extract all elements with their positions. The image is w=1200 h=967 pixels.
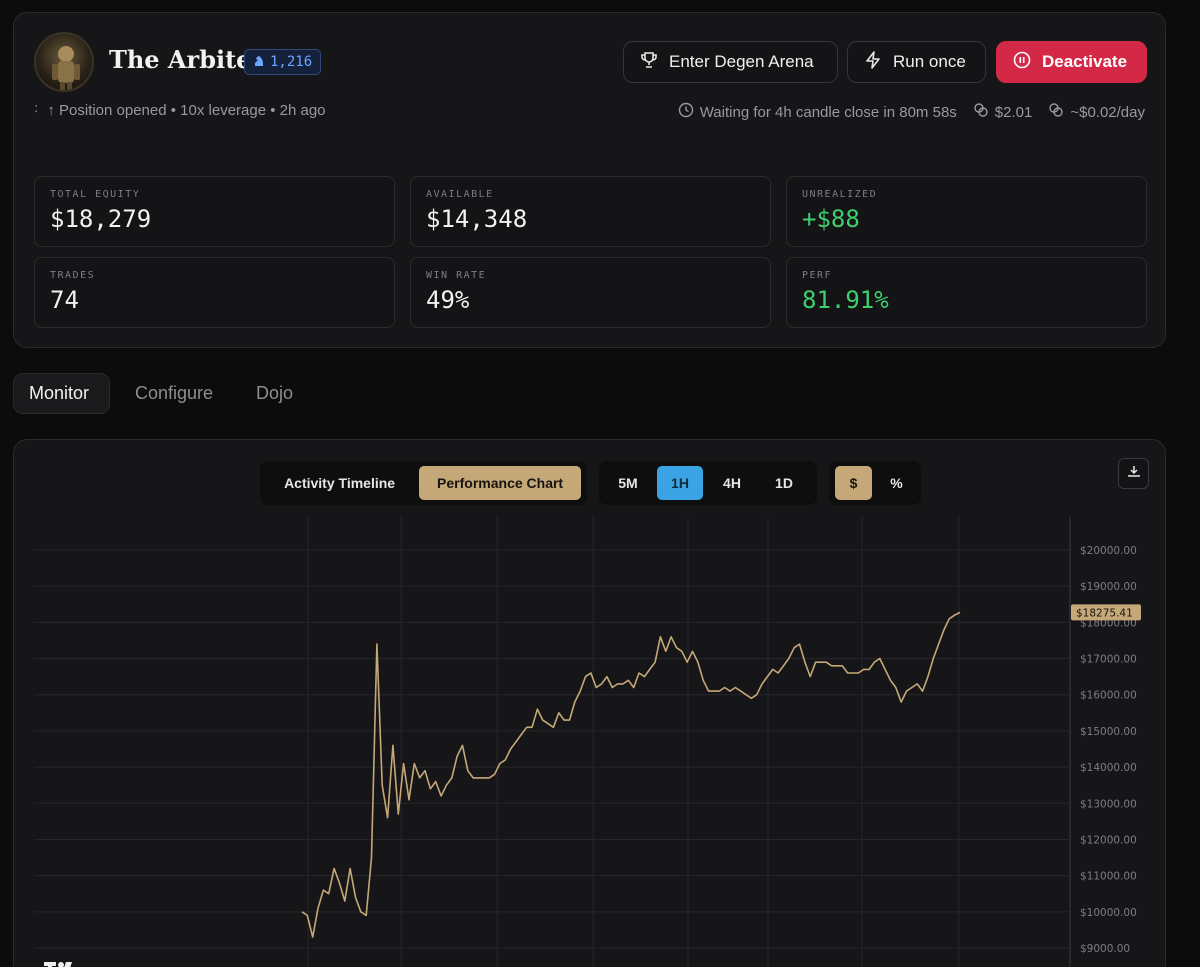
candle-wait-text: Waiting for 4h candle close in 80m 58s [699, 103, 957, 121]
follower-badge[interactable]: 1,216 [244, 49, 322, 75]
coins-icon [973, 102, 989, 122]
coins-icon [1048, 102, 1064, 122]
stat-value: 49% [426, 286, 470, 314]
stat-trades: TRADES 74 [34, 257, 395, 328]
pause-circle-icon [1012, 50, 1032, 75]
lightning-icon [863, 50, 883, 75]
deactivate-button[interactable]: Deactivate [996, 41, 1147, 83]
cost-total-text: $2.01 [994, 103, 1033, 121]
cost-daily: ~$0.02/day [1048, 102, 1145, 122]
tab-monitor[interactable]: Monitor [13, 373, 110, 414]
cost-total: $2.01 [973, 102, 1033, 122]
interval-4h-button[interactable]: 4H [709, 466, 755, 500]
follower-count: 1,216 [270, 54, 313, 70]
agent-name: The Arbiter [109, 45, 265, 74]
interval-1h-button[interactable]: 1H [657, 466, 703, 500]
performance-chart-button[interactable]: Performance Chart [419, 466, 581, 500]
run-once-label: Run once [893, 52, 966, 71]
unit-percent-button[interactable]: % [878, 466, 915, 500]
clock-icon [678, 102, 694, 122]
y-tick-label: $19000.00 [1080, 581, 1137, 593]
y-tick-label: $12000.00 [1080, 834, 1137, 846]
stat-value: +$88 [802, 205, 860, 233]
download-icon [1127, 464, 1141, 483]
y-tick-label: $16000.00 [1080, 690, 1137, 702]
unit-dollar-button[interactable]: $ [835, 466, 872, 500]
candle-wait: Waiting for 4h candle close in 80m 58s [678, 102, 957, 122]
position-status: ⠅ ↑ Position opened • 10x leverage • 2h … [34, 102, 326, 119]
deactivate-label: Deactivate [1042, 52, 1128, 71]
stat-label: WIN RATE [426, 270, 487, 281]
y-tick-label: $14000.00 [1080, 762, 1137, 774]
enter-degen-arena-button[interactable]: Enter Degen Arena [623, 41, 838, 83]
stat-label: TRADES [50, 270, 96, 281]
stat-label: AVAILABLE [426, 189, 494, 200]
stat-value: 81.91% [802, 286, 889, 314]
stat-unrealized: UNREALIZED +$88 [786, 176, 1147, 247]
y-tick-label: $15000.00 [1080, 726, 1137, 738]
y-tick-label: $10000.00 [1080, 907, 1137, 919]
agent-header-card: The Arbiter 1,216 Enter Degen Arena Run … [13, 12, 1166, 348]
agent-avatar [34, 32, 94, 92]
cost-daily-text: ~$0.02/day [1070, 103, 1145, 121]
stat-total-equity: TOTAL EQUITY $18,279 [34, 176, 395, 247]
stat-label: TOTAL EQUITY [50, 189, 141, 200]
y-tick-label: $17000.00 [1080, 654, 1137, 666]
trophy-icon [639, 50, 659, 75]
stat-value: $18,279 [50, 205, 152, 233]
agent-meta: Waiting for 4h candle close in 80m 58s $… [678, 102, 1145, 122]
stat-label: PERF [802, 270, 833, 281]
chart-panel: $9000.00 $10000.00 $11000.00 $12000.00 $1300… [13, 439, 1166, 967]
tradingview-logo-icon [44, 954, 78, 967]
position-status-text: ↑ Position opened • 10x leverage • 2h ag… [47, 102, 326, 119]
activity-timeline-button[interactable]: Activity Timeline [266, 466, 413, 500]
stat-value: $14,348 [426, 205, 528, 233]
tab-dojo[interactable]: Dojo [241, 373, 308, 414]
interval-1d-button[interactable]: 1D [761, 466, 807, 500]
stat-win-rate: WIN RATE 49% [410, 257, 771, 328]
interval-toggle: 5M 1H 4H 1D [599, 461, 817, 505]
tab-configure[interactable]: Configure [120, 373, 228, 414]
stat-available: AVAILABLE $14,348 [410, 176, 771, 247]
last-value-label: $18275.41 [1076, 607, 1133, 619]
y-tick-label: $13000.00 [1080, 798, 1137, 810]
y-tick-label: $9000.00 [1080, 943, 1130, 955]
stat-label: UNREALIZED [802, 189, 878, 200]
stat-perf: PERF 81.91% [786, 257, 1147, 328]
view-toggle: Activity Timeline Performance Chart [260, 461, 587, 505]
knight-icon [253, 54, 265, 71]
enter-degen-arena-label: Enter Degen Arena [669, 52, 814, 71]
y-tick-label: $11000.00 [1080, 871, 1137, 883]
stat-value: 74 [50, 286, 79, 314]
interval-5m-button[interactable]: 5M [605, 466, 651, 500]
run-once-button[interactable]: Run once [847, 41, 986, 83]
performance-chart[interactable]: $9000.00 $10000.00 $11000.00 $12000.00 $1300… [14, 440, 1166, 967]
download-button[interactable] [1118, 458, 1149, 489]
unit-toggle: $ % [829, 461, 921, 505]
drag-dots-icon: ⠅ [34, 105, 42, 116]
y-tick-label: $20000.00 [1080, 545, 1137, 557]
